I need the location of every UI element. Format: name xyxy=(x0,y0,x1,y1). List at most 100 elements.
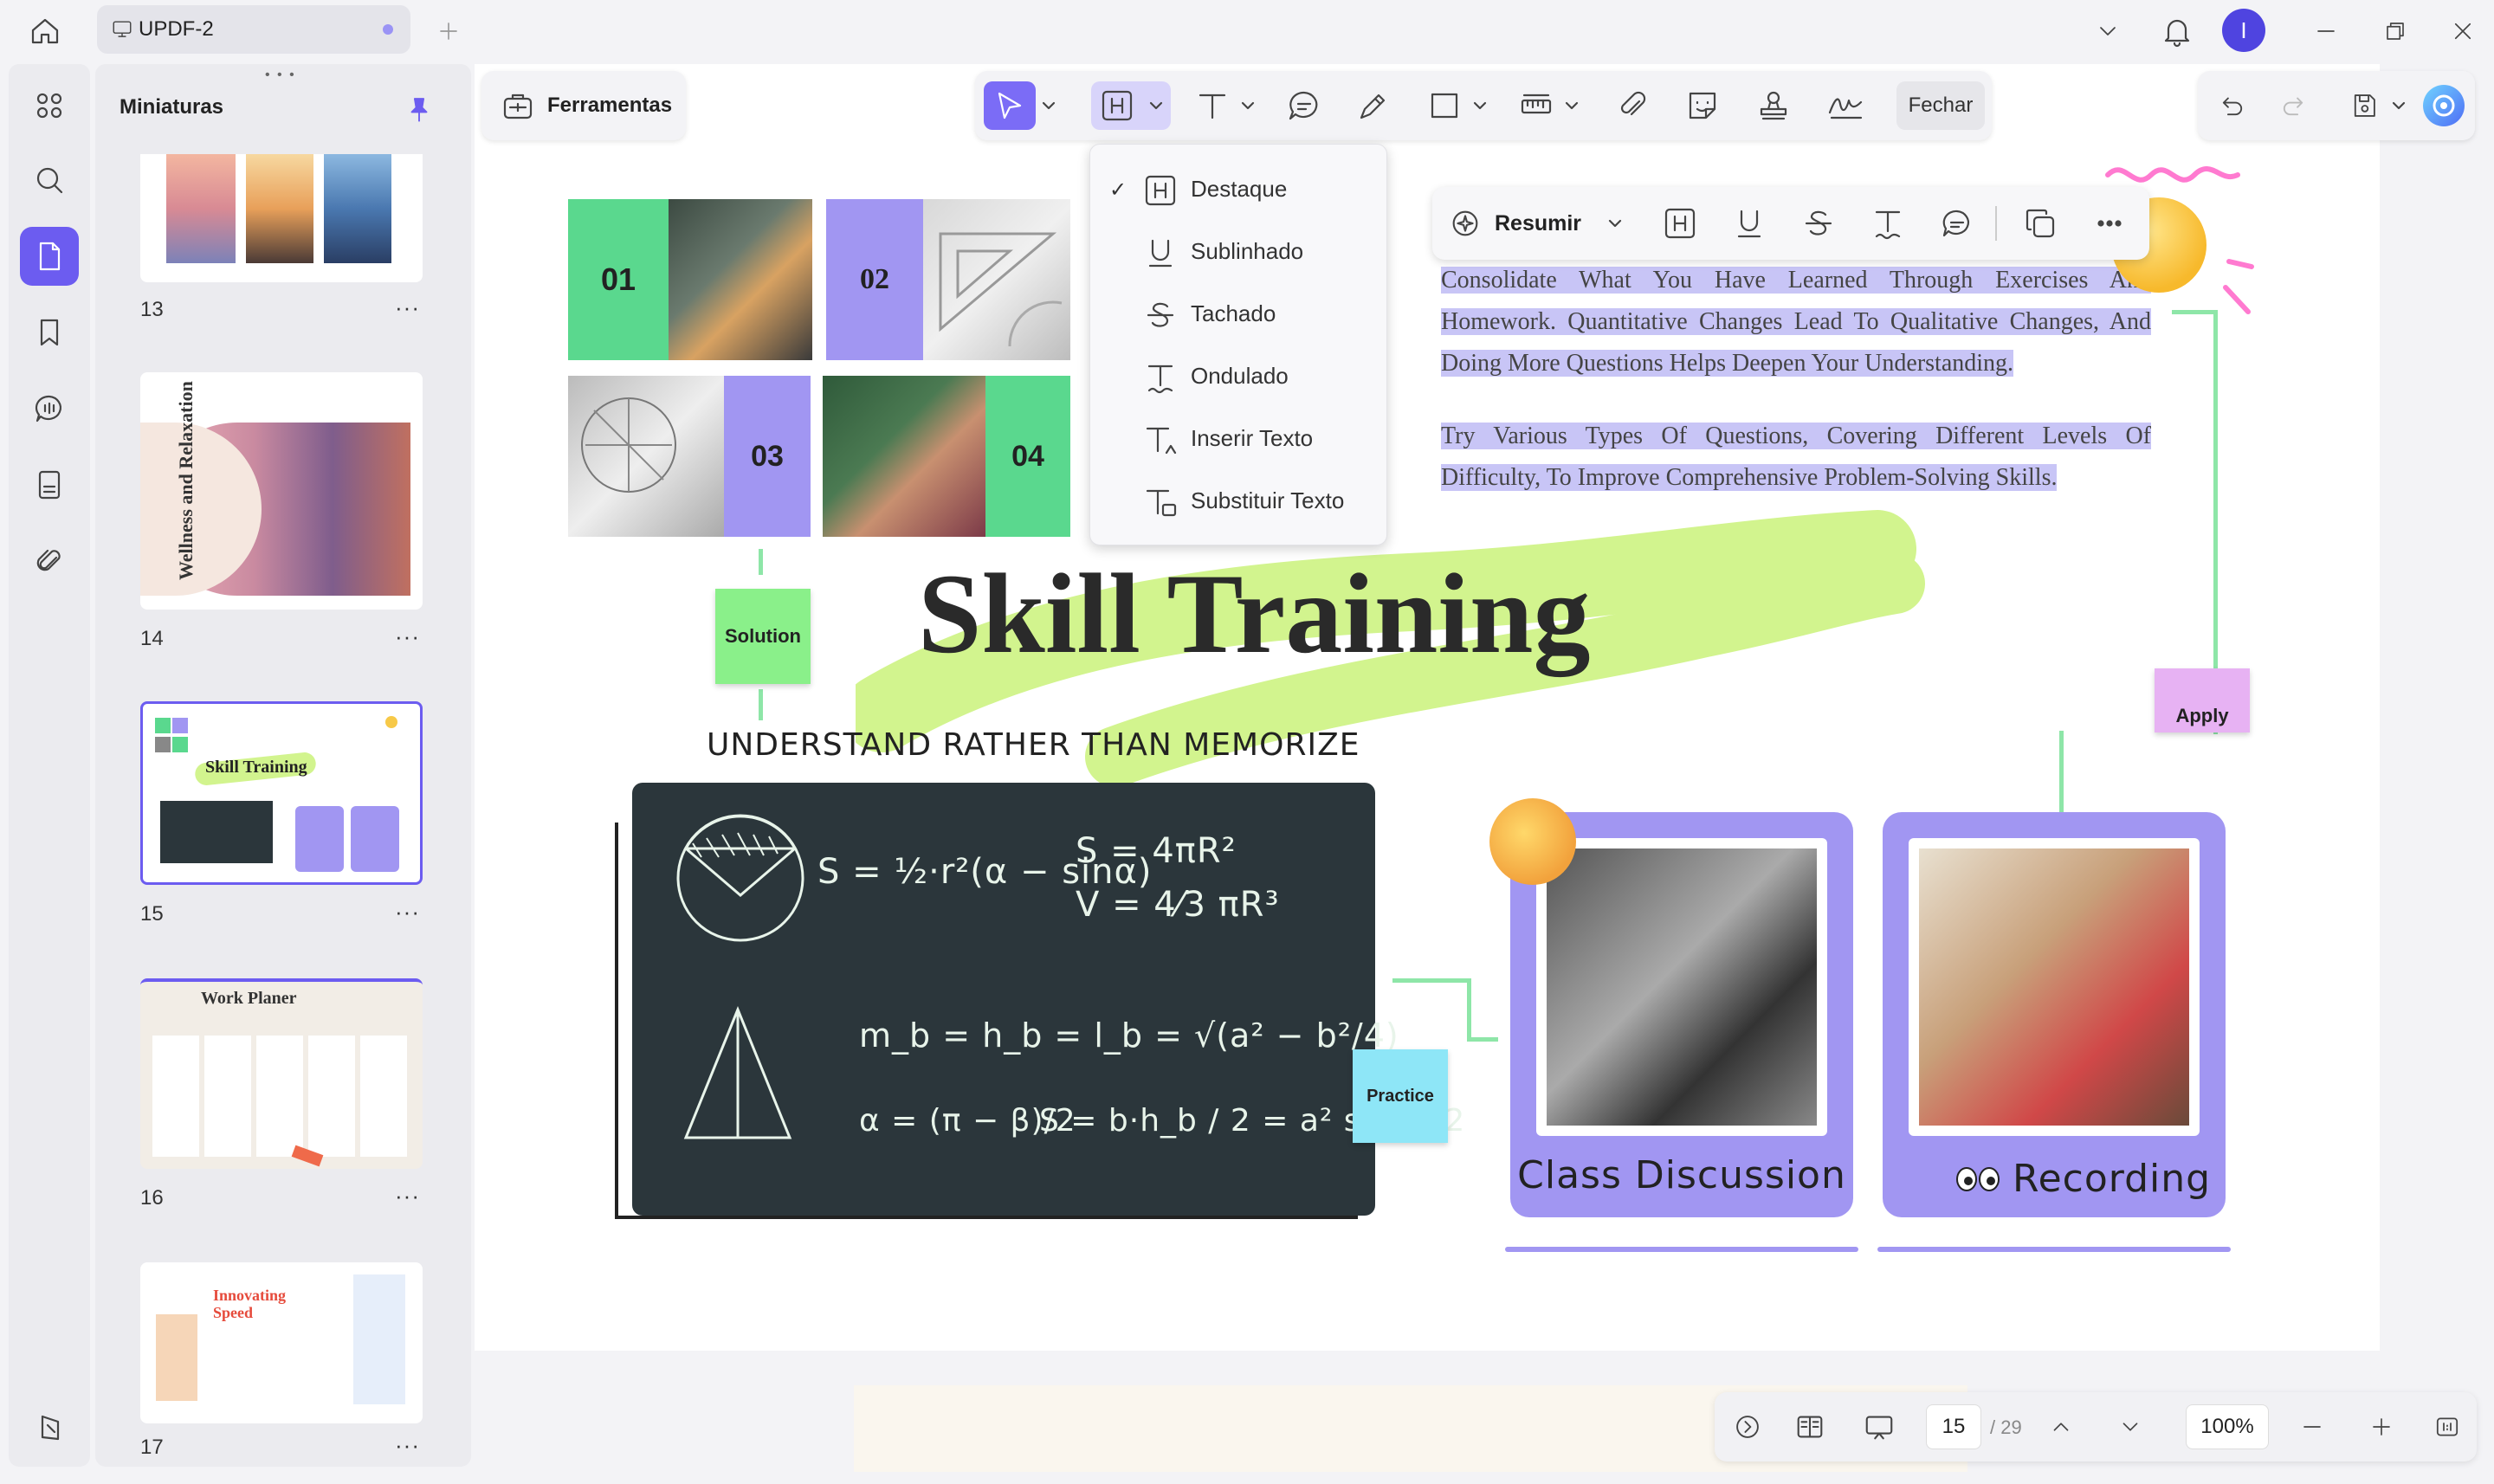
menu-item-substituir-texto[interactable]: Substituir Texto xyxy=(1090,470,1388,532)
zoom-in-icon[interactable] xyxy=(2361,1406,2402,1448)
sticker-icon[interactable] xyxy=(1678,81,1727,130)
strikethrough-icon[interactable] xyxy=(1798,203,1839,244)
comment-icon[interactable] xyxy=(1936,203,1978,244)
strikethrough-icon xyxy=(1142,297,1179,333)
squiggly-icon[interactable] xyxy=(1867,203,1909,244)
formula-sphere-area: S = 4πR² xyxy=(1076,831,1237,871)
pin-icon[interactable] xyxy=(400,90,438,128)
tile-03: 03 xyxy=(724,376,811,537)
replace-text-icon xyxy=(1142,484,1179,520)
page-layout-icon[interactable] xyxy=(1784,1406,1836,1448)
paperclip-icon[interactable] xyxy=(20,532,79,590)
page-menu-button[interactable]: ··· xyxy=(395,623,420,650)
ai-sparkle-icon xyxy=(1444,203,1486,244)
apply-note: Apply xyxy=(2155,668,2250,732)
page-thumbnail-13[interactable] xyxy=(140,154,423,282)
page-number-input[interactable]: 15 xyxy=(1926,1404,1981,1449)
page-thumbnail-15[interactable]: Skill Training xyxy=(140,701,423,885)
ai-assistant-icon[interactable] xyxy=(2423,85,2465,126)
highlight-tool-button[interactable] xyxy=(1091,81,1171,130)
save-icon[interactable] xyxy=(2345,87,2383,125)
close-tool-button[interactable]: Fechar xyxy=(1896,81,1985,130)
paragraph-1[interactable]: Consolidate What You Have Learned Throug… xyxy=(1441,260,2151,384)
avatar[interactable]: I xyxy=(2222,9,2265,52)
restore-icon[interactable] xyxy=(2376,12,2414,50)
menu-item-ondulado[interactable]: Ondulado xyxy=(1090,345,1388,408)
thumb-title: Wellness and Relaxation xyxy=(175,381,197,580)
select-tool-chevron-icon[interactable] xyxy=(1037,81,1060,130)
history-toolbar xyxy=(2198,71,2475,140)
select-tool-button[interactable] xyxy=(984,81,1036,130)
signature-icon[interactable] xyxy=(1815,81,1876,130)
pencil-icon[interactable] xyxy=(1349,81,1398,130)
bookmark-icon[interactable] xyxy=(20,303,79,362)
copy-icon[interactable] xyxy=(2019,203,2061,244)
stamp-icon[interactable] xyxy=(1749,81,1798,130)
actual-size-icon[interactable] xyxy=(2426,1406,2468,1448)
attachments-page-icon[interactable] xyxy=(20,455,79,514)
document-tab[interactable]: UPDF-2 xyxy=(97,5,410,54)
measure-chevron-icon[interactable] xyxy=(1560,81,1583,130)
menu-item-tachado[interactable]: Tachado xyxy=(1090,283,1388,345)
page-thumbnail-14[interactable]: Wellness and Relaxation xyxy=(140,372,423,610)
page-number: 15 xyxy=(140,902,164,926)
attach-icon[interactable] xyxy=(1607,81,1656,130)
teacher-photo xyxy=(669,199,812,360)
search-icon[interactable] xyxy=(20,151,79,210)
bell-icon[interactable] xyxy=(2156,10,2198,52)
comment-icon[interactable] xyxy=(1280,81,1328,130)
zoom-out-icon[interactable] xyxy=(2291,1406,2333,1448)
menu-item-sublinhado[interactable]: Sublinhado xyxy=(1090,221,1388,283)
undo-icon[interactable] xyxy=(2213,87,2252,125)
menu-item-destaque[interactable]: ✓ Destaque xyxy=(1090,158,1388,221)
presentation-icon[interactable] xyxy=(1853,1406,1905,1448)
panel-title: Miniaturas xyxy=(120,95,224,119)
page-menu-button[interactable]: ··· xyxy=(395,1183,420,1210)
summarize-button[interactable]: Resumir xyxy=(1444,203,1586,244)
shape-chevron-icon[interactable] xyxy=(1469,81,1491,130)
add-tab-icon[interactable] xyxy=(431,14,466,48)
insert-text-icon xyxy=(1142,422,1179,458)
summarize-chevron-icon[interactable] xyxy=(1602,203,1628,244)
text-tool-chevron-icon[interactable] xyxy=(1237,81,1259,130)
save-chevron-icon[interactable] xyxy=(2387,94,2411,118)
page-menu-button[interactable]: ··· xyxy=(395,899,420,926)
text-tool-icon[interactable] xyxy=(1188,81,1237,130)
home-icon[interactable] xyxy=(24,10,66,52)
measure-icon[interactable] xyxy=(1512,81,1560,130)
recording-photo xyxy=(1909,838,2200,1136)
drag-handle[interactable]: • • • xyxy=(265,68,296,83)
beach-photo xyxy=(246,154,313,263)
layers-icon[interactable] xyxy=(20,1397,79,1456)
page-menu-button[interactable]: ··· xyxy=(395,294,420,321)
apps-grid-icon[interactable] xyxy=(20,76,79,135)
more-options-icon[interactable] xyxy=(2089,203,2130,244)
monitor-icon xyxy=(109,16,135,42)
thumbnails-icon[interactable] xyxy=(20,227,79,286)
tools-button[interactable]: Ferramentas xyxy=(481,71,686,140)
zoom-level[interactable]: 100% xyxy=(2186,1404,2269,1449)
previous-page-icon[interactable] xyxy=(2040,1406,2082,1448)
selection-toolbar: Resumir xyxy=(1432,187,2149,260)
eyes-emoji xyxy=(1955,1167,2000,1191)
tile-01: 01 xyxy=(568,199,669,360)
underline-icon[interactable] xyxy=(1728,203,1770,244)
expand-arrow-icon[interactable] xyxy=(1727,1406,1768,1448)
mind-blown-emoji xyxy=(1489,798,1576,885)
rectangle-icon[interactable] xyxy=(1420,81,1469,130)
check-icon: ✓ xyxy=(1109,178,1127,202)
comments-icon[interactable] xyxy=(20,379,79,438)
chevron-down-icon[interactable] xyxy=(2089,12,2127,50)
paragraph-2[interactable]: Try Various Types Of Questions, Covering… xyxy=(1441,416,2151,499)
page-menu-button[interactable]: ··· xyxy=(395,1432,420,1459)
toolbox-icon xyxy=(499,87,537,125)
redo-icon[interactable] xyxy=(2274,87,2312,125)
page-thumbnail-17[interactable]: Innovating Speed xyxy=(140,1262,423,1423)
highlight-icon[interactable] xyxy=(1659,203,1701,244)
menu-item-inserir-texto[interactable]: Inserir Texto xyxy=(1090,408,1388,470)
thumb-title: Skill Training xyxy=(205,758,307,777)
next-page-icon[interactable] xyxy=(2110,1406,2151,1448)
page-thumbnail-16[interactable]: Work Planer xyxy=(140,978,423,1169)
close-icon[interactable] xyxy=(2444,12,2482,50)
minimize-icon[interactable] xyxy=(2307,12,2345,50)
